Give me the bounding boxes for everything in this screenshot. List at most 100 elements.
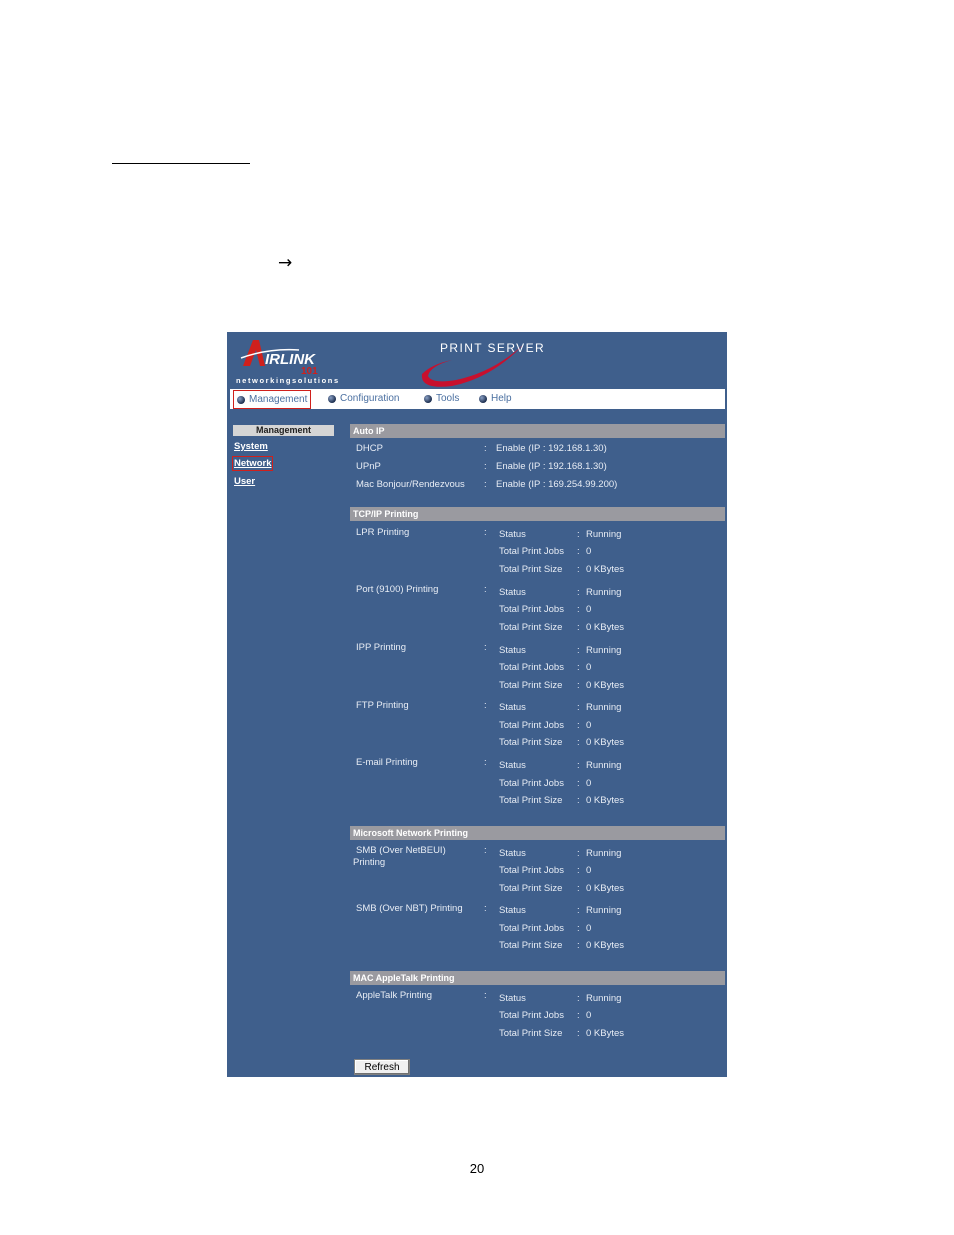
refresh-button[interactable]: Refresh [354,1059,410,1075]
status-label: Status [499,848,526,859]
nav-management[interactable]: Management [233,390,312,409]
status-value: Running [586,529,622,540]
jobs-value: 0 [586,720,592,731]
size-label: Total Print Size [499,737,563,748]
jobs-value: 0 [586,778,592,789]
size-label: Total Print Size [499,680,563,691]
section-tcpip: TCP/IP Printing [350,507,725,521]
autoip-value: Enable (IP : 169.254.99.200) [496,479,618,490]
jobs-label: Total Print Jobs [499,720,564,731]
size-value: 0 KBytes [586,737,625,748]
section-microsoft: Microsoft Network Printing [350,826,725,840]
sidebar-link-user[interactable]: User [234,476,255,487]
svg-text:101: 101 [301,366,318,376]
size-label: Total Print Size [499,883,563,894]
nav-label: Configuration [340,393,400,404]
colon: : [577,662,580,673]
page-number: 20 [469,1161,485,1176]
colon: : [577,529,580,540]
colon: : [577,645,580,656]
colon: : [577,702,580,713]
top-nav: Management Configuration Tools Help [230,389,725,409]
bullet-icon [328,394,336,403]
colon: : [577,680,580,691]
size-value: 0 KBytes [586,795,625,806]
size-value: 0 KBytes [586,1028,625,1039]
nav-label: Help [491,393,512,404]
status-value: Running [586,702,622,713]
jobs-value: 0 [586,1010,592,1021]
colon: : [484,757,487,768]
bullet-icon [424,394,432,403]
jobs-value: 0 [586,546,592,557]
section-auto-ip: Auto IP [350,424,725,438]
status-value: Running [586,993,622,1004]
bullet-icon [237,395,245,404]
nav-tools[interactable]: Tools [424,390,459,407]
size-label: Total Print Size [499,795,563,806]
sidebar-link-network[interactable]: Network [231,456,274,471]
colon: : [484,461,487,472]
nav-help[interactable]: Help [479,390,512,407]
sidebar-link-system[interactable]: System [234,441,268,452]
service-name: SMB (Over NBT) Printing [356,903,463,914]
colon: : [577,760,580,771]
jobs-label: Total Print Jobs [499,923,564,934]
service-name: Port (9100) Printing [356,584,439,595]
colon: : [577,865,580,876]
service-name: SMB (Over NetBEUI) [356,845,446,856]
autoip-label: Mac Bonjour/Rendezvous [356,479,465,490]
status-label: Status [499,760,526,771]
service-name: E-mail Printing [356,757,418,768]
autoip-label: DHCP [356,443,383,454]
colon: : [577,923,580,934]
colon: : [577,883,580,894]
section-appletalk: MAC AppleTalk Printing [350,971,725,985]
colon: : [577,737,580,748]
colon: : [577,564,580,575]
service-name-cont: Printing [353,857,386,868]
autoip-label: UPnP [356,461,381,472]
colon: : [577,622,580,633]
status-label: Status [499,587,526,598]
colon: : [484,527,487,538]
colon: : [577,587,580,598]
service-name: AppleTalk Printing [356,990,433,1001]
jobs-label: Total Print Jobs [499,604,564,615]
colon: : [484,479,487,490]
header: IRLINK 101 networkingsolutions PRINT SER… [227,332,727,389]
jobs-value: 0 [586,662,592,673]
jobs-label: Total Print Jobs [499,1010,564,1021]
airlink-logo: IRLINK 101 [240,340,318,376]
colon: : [484,990,487,1001]
colon: : [577,905,580,916]
size-label: Total Print Size [499,622,563,633]
colon: : [577,778,580,789]
jobs-label: Total Print Jobs [499,778,564,789]
colon: : [577,848,580,859]
service-name: LPR Printing [356,527,410,538]
jobs-value: 0 [586,865,592,876]
size-label: Total Print Size [499,564,563,575]
status-label: Status [499,905,526,916]
colon: : [484,642,487,653]
jobs-value: 0 [586,604,592,615]
colon: : [577,993,580,1004]
product-title: PRINT SERVER [440,341,546,355]
colon: : [577,546,580,557]
colon: : [577,795,580,806]
size-label: Total Print Size [499,1028,563,1039]
colon: : [484,443,487,454]
service-name: FTP Printing [356,700,409,711]
colon: : [577,1028,580,1039]
colon: : [577,1010,580,1021]
size-value: 0 KBytes [586,883,625,894]
jobs-label: Total Print Jobs [499,662,564,673]
print-server-screenshot: IRLINK 101 networkingsolutions PRINT SER… [227,332,727,1077]
nav-configuration[interactable]: Configuration [328,390,399,407]
jobs-value: 0 [586,923,592,934]
colon: : [484,845,487,856]
status-label: Status [499,645,526,656]
status-value: Running [586,760,622,771]
heading-underline [112,163,250,164]
